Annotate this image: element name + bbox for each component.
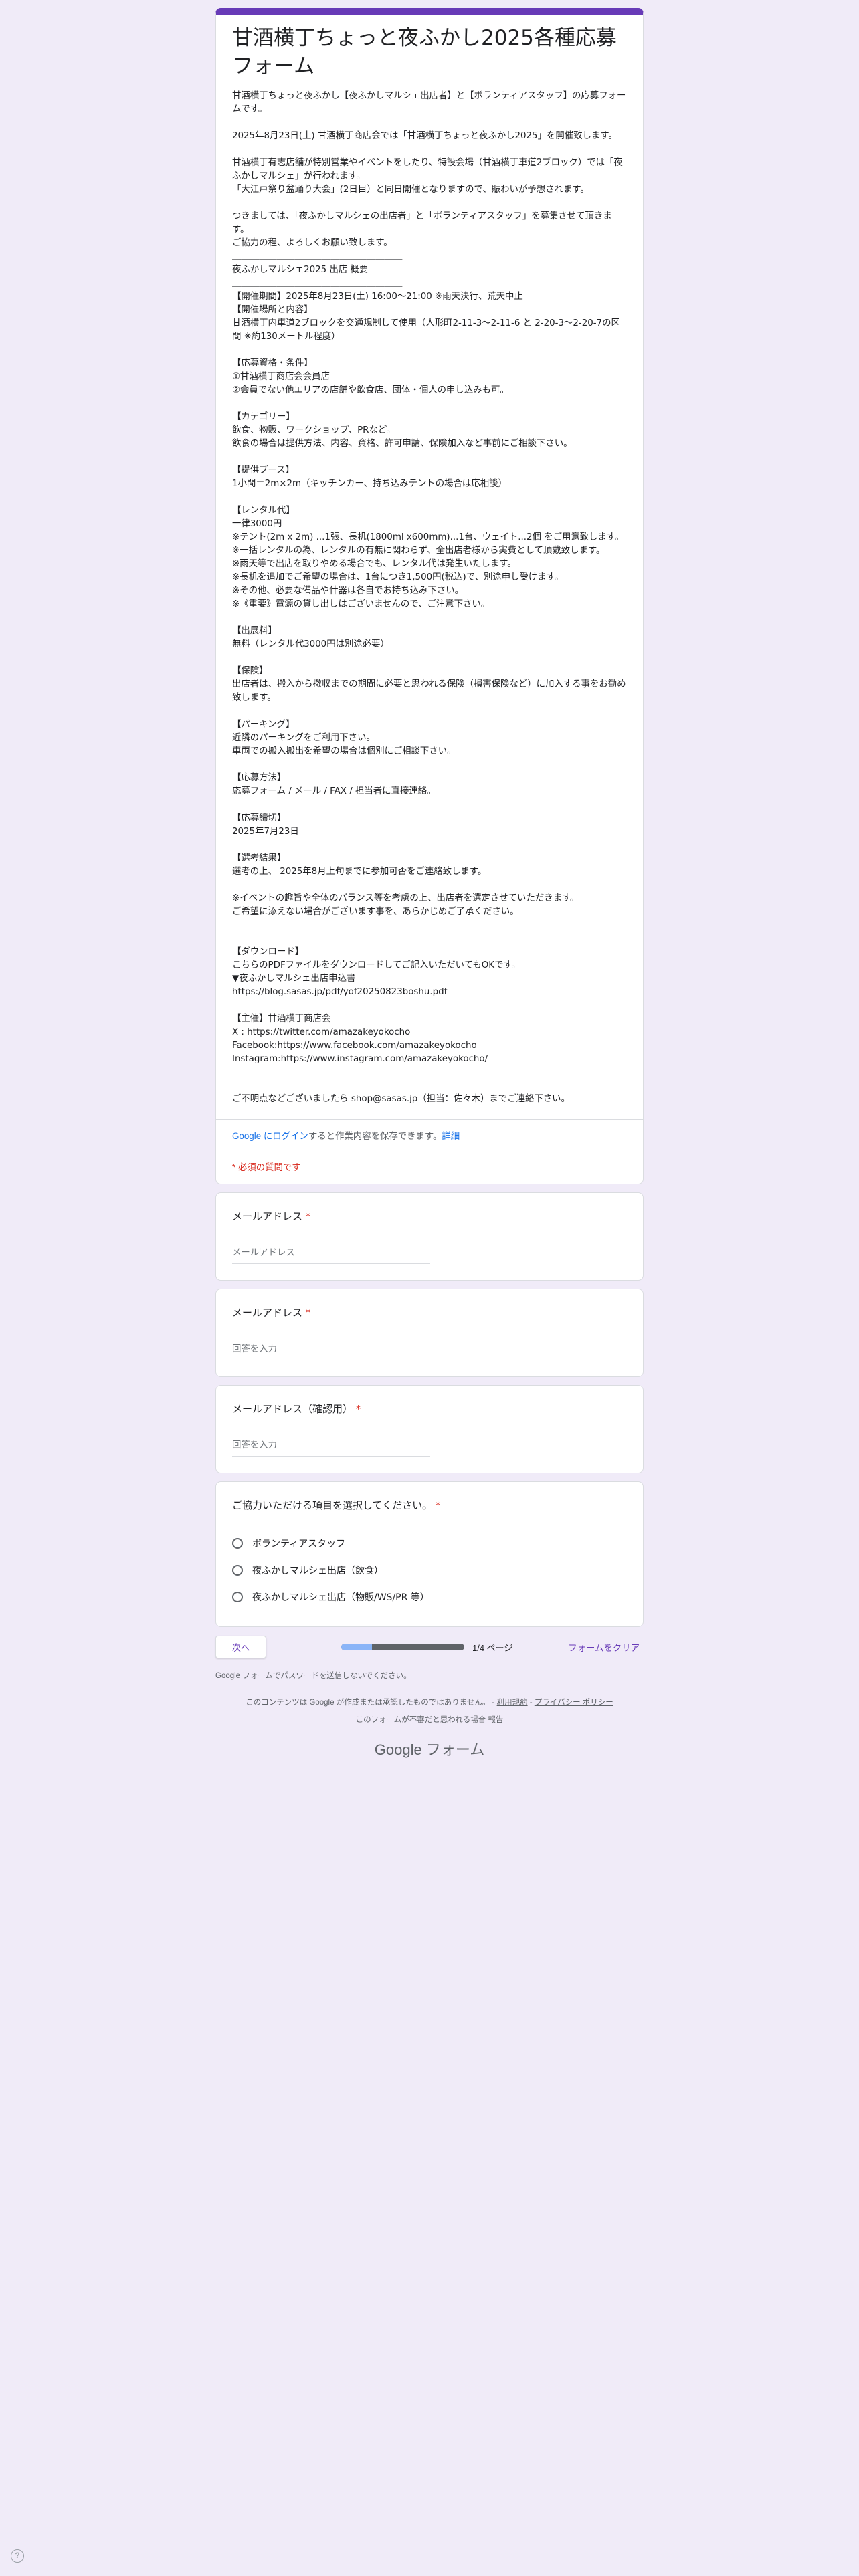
next-button[interactable]: 次へ <box>215 1636 266 1658</box>
radio-option-goods-stall[interactable]: 夜ふかしマルシェ出店（物販/WS/PR 等） <box>232 1584 627 1610</box>
logo-google-text: Google <box>374 1741 422 1758</box>
privacy-policy-link[interactable]: プライバシー ポリシー <box>535 1699 613 1707</box>
radio-button-icon[interactable] <box>232 1592 243 1602</box>
clear-form-button[interactable]: フォームをクリア <box>568 1640 644 1654</box>
google-forms-logo[interactable]: Google フォーム <box>215 1738 644 1759</box>
progress-bar-track <box>341 1644 464 1650</box>
question-title: ご協力いただける項目を選択してください。 * <box>232 1498 627 1513</box>
radio-button-icon[interactable] <box>232 1565 243 1576</box>
radio-option-label: 夜ふかしマルシェ出店（飲食） <box>252 1566 383 1576</box>
login-notice: Google にログインすると作業内容を保存できます。詳細 <box>216 1119 643 1150</box>
footer-separator: - <box>527 1699 535 1707</box>
question-title: メールアドレス * <box>232 1209 627 1224</box>
required-asterisk: * <box>355 1403 361 1415</box>
password-warning: Google フォームでパスワードを送信しないでください。 <box>215 1672 411 1680</box>
disclaimer-line: このコンテンツは Google が作成または承認したものではありません。 - 利… <box>215 1694 644 1711</box>
form-description: 甘酒横丁ちょっと夜ふかし【夜ふかしマルシェ出店者】と【ボランティアスタッフ】の応… <box>232 91 626 1104</box>
progress-indicator: 1/4 ページ <box>341 1641 512 1654</box>
email-confirm-input[interactable] <box>232 1436 430 1457</box>
email-answer-input[interactable] <box>232 1340 430 1360</box>
question-card-email: メールアドレス * <box>215 1192 644 1281</box>
required-asterisk: * <box>435 1499 441 1511</box>
question-title-text: メールアドレス <box>232 1307 303 1319</box>
google-login-link[interactable]: Google にログイン <box>232 1131 308 1141</box>
required-note: * 必須の質問です <box>216 1150 643 1184</box>
question-card-email-confirm: メールアドレス（確認用） * <box>215 1385 644 1473</box>
radio-option-label: 夜ふかしマルシェ出店（物販/WS/PR 等） <box>252 1592 430 1603</box>
required-asterisk: * <box>305 1307 311 1319</box>
required-asterisk: * <box>305 1210 311 1222</box>
radio-button-icon[interactable] <box>232 1538 243 1549</box>
form-navigation: 次へ 1/4 ページ フォームをクリア <box>215 1635 644 1659</box>
question-title: メールアドレス（確認用） * <box>232 1402 627 1416</box>
terms-link[interactable]: 利用規約 <box>497 1699 528 1707</box>
question-card-email-2: メールアドレス * <box>215 1289 644 1377</box>
form-header-card: 甘酒横丁ちょっと夜ふかし2025各種応募フォーム 甘酒横丁ちょっと夜ふかし【夜ふ… <box>215 8 644 1184</box>
login-notice-text: すると作業内容を保存できます。 <box>308 1131 442 1141</box>
report-text: このフォームが不審だと思われる場合 <box>355 1716 488 1724</box>
progress-bar-fill <box>341 1644 372 1650</box>
radio-option-volunteer[interactable]: ボランティアスタッフ <box>232 1530 627 1557</box>
question-title: メールアドレス * <box>232 1305 627 1320</box>
logo-forms-text: フォーム <box>425 1741 485 1758</box>
question-title-text: メールアドレス <box>232 1210 303 1222</box>
form-container: 甘酒横丁ちょっと夜ふかし2025各種応募フォーム 甘酒横丁ちょっと夜ふかし【夜ふ… <box>215 0 644 1759</box>
disclaimer-text: このコンテンツは Google が作成または承認したものではありません。 - <box>246 1699 497 1707</box>
page-footer: このコンテンツは Google が作成または承認したものではありません。 - 利… <box>215 1694 644 1729</box>
radio-option-food-stall[interactable]: 夜ふかしマルシェ出店（飲食） <box>232 1557 627 1584</box>
report-line: このフォームが不審だと思われる場合 報告 <box>215 1711 644 1729</box>
radio-option-label: ボランティアスタッフ <box>252 1539 346 1549</box>
help-circle-icon[interactable]: ? <box>11 2549 24 2563</box>
report-link[interactable]: 報告 <box>488 1716 503 1724</box>
details-link[interactable]: 詳細 <box>442 1131 460 1141</box>
form-header-content: 甘酒横丁ちょっと夜ふかし2025各種応募フォーム 甘酒横丁ちょっと夜ふかし【夜ふ… <box>216 15 643 1119</box>
email-input[interactable] <box>232 1244 430 1264</box>
question-card-participation: ご協力いただける項目を選択してください。 * ボランティアスタッフ 夜ふかしマル… <box>215 1481 644 1627</box>
question-title-text: ご協力いただける項目を選択してください。 <box>232 1499 433 1511</box>
progress-text: 1/4 ページ <box>472 1642 513 1653</box>
question-title-text: メールアドレス（確認用） <box>232 1403 353 1415</box>
radio-group: ボランティアスタッフ 夜ふかしマルシェ出店（飲食） 夜ふかしマルシェ出店（物販/… <box>232 1530 627 1610</box>
form-title: 甘酒横丁ちょっと夜ふかし2025各種応募フォーム <box>232 26 617 78</box>
